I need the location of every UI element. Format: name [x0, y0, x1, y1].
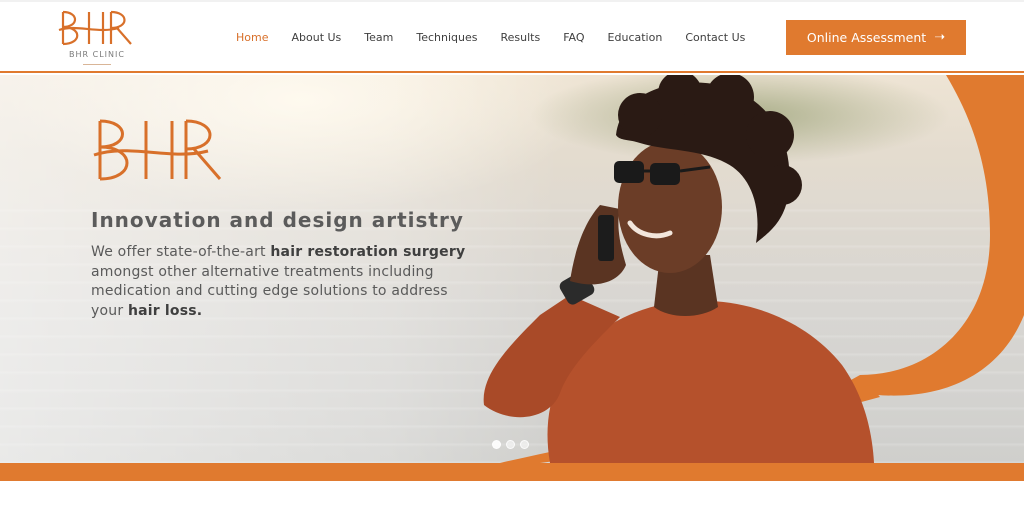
- slider-dot-2[interactable]: [506, 440, 515, 449]
- slider-dot-3[interactable]: [520, 440, 529, 449]
- nav-item-about-us[interactable]: About Us: [291, 29, 341, 47]
- nav-item-techniques[interactable]: Techniques: [416, 29, 477, 47]
- hero-bottom-band: [0, 463, 1024, 481]
- main-nav: Home About Us Team Techniques Results FA…: [236, 29, 768, 47]
- brand-caption: BHR CLINIC: [69, 50, 125, 59]
- nav-item-faq[interactable]: FAQ: [563, 29, 584, 47]
- hero-description-bold-hair-loss: hair loss.: [127, 302, 203, 319]
- hero-description-text: We offer state-of-the-art: [91, 244, 271, 260]
- online-assessment-label: Online Assessment: [806, 30, 927, 45]
- nav-item-home[interactable]: Home: [236, 29, 268, 47]
- hero-headline: Innovation and design artistry: [91, 208, 464, 232]
- bhr-logo-icon: [58, 10, 132, 46]
- nav-item-contact-us[interactable]: Contact Us: [685, 29, 745, 47]
- hero-banner: Innovation and design artistry We offer …: [0, 75, 1024, 463]
- hero-description: We offer state-of-the-art hair restorati…: [91, 243, 481, 321]
- nav-item-team[interactable]: Team: [364, 29, 393, 47]
- hero-description-bold-hair-restoration: hair restoration surgery: [270, 244, 466, 260]
- online-assessment-button[interactable]: Online Assessment ➝: [786, 20, 966, 55]
- brand-logo[interactable]: BHR CLINIC: [55, 6, 139, 70]
- arrow-right-icon: ➝: [934, 30, 946, 45]
- nav-item-education[interactable]: Education: [608, 29, 663, 47]
- nav-item-results[interactable]: Results: [501, 29, 541, 47]
- page: BHR CLINIC Home About Us Team Techniques…: [0, 0, 1024, 512]
- top-divider: [0, 0, 1024, 2]
- brand-underline: [83, 64, 111, 65]
- slider-dot-1[interactable]: [492, 440, 501, 449]
- hero-bhr-logo-icon: [93, 119, 222, 181]
- slider-pagination: [492, 440, 529, 449]
- hero-person-image: [483, 75, 874, 463]
- site-header: BHR CLINIC Home About Us Team Techniques…: [0, 0, 1024, 73]
